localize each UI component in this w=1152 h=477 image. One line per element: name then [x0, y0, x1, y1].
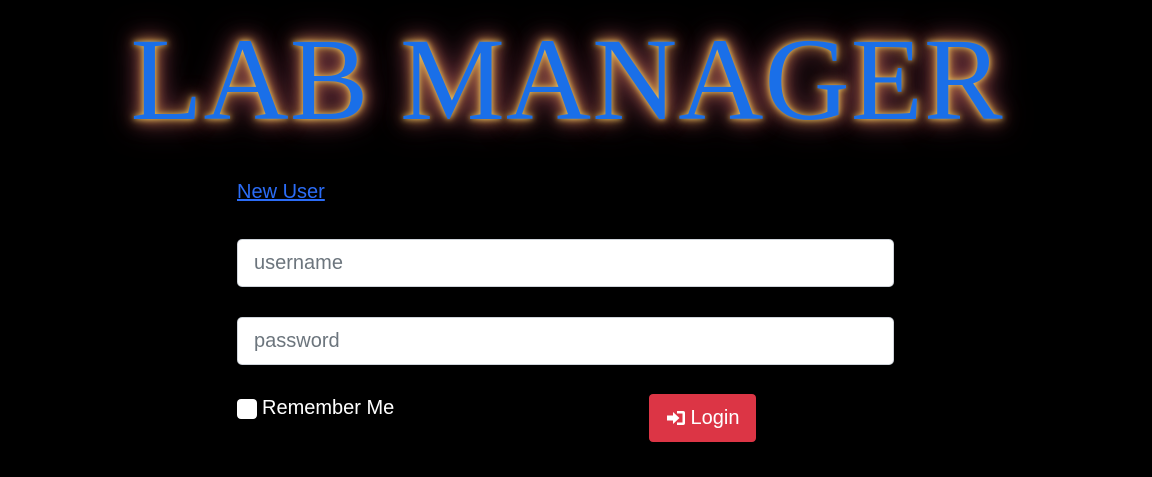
app-title: LAB MANAGER	[130, 14, 1004, 145]
sign-in-icon	[666, 409, 686, 427]
login-button[interactable]: Login	[649, 394, 756, 442]
login-label: Login	[690, 406, 740, 429]
remember-me-label: Remember Me	[262, 397, 395, 419]
login-page: LAB MANAGER New User Remember Me Login	[0, 0, 1152, 477]
username-input[interactable]	[237, 239, 894, 287]
new-user-link[interactable]: New User	[237, 181, 325, 204]
remember-me[interactable]: Remember Me	[237, 397, 394, 420]
remember-me-checkbox[interactable]	[237, 398, 257, 419]
password-input[interactable]	[237, 317, 894, 365]
